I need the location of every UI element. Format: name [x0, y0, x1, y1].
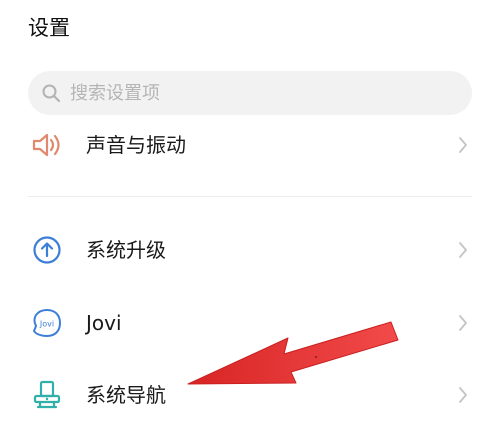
- search-bar[interactable]: [28, 71, 472, 115]
- settings-item-system-upgrade[interactable]: 系统升级: [0, 220, 500, 280]
- search-input[interactable]: [70, 73, 450, 113]
- chevron-right-icon: [456, 312, 470, 334]
- section-divider: [28, 196, 472, 197]
- speaker-icon: [30, 128, 64, 162]
- page-title: 设置: [28, 16, 70, 40]
- chevron-right-icon: [456, 239, 470, 261]
- settings-item-system-navigation[interactable]: 系统导航: [0, 365, 500, 425]
- search-icon: [40, 82, 62, 104]
- navigation-icon: [30, 378, 64, 412]
- svg-text:Jovi: Jovi: [39, 320, 54, 329]
- settings-item-jovi[interactable]: Jovi Jovi: [0, 293, 500, 353]
- chevron-right-icon: [456, 384, 470, 406]
- settings-item-sound[interactable]: 声音与振动: [0, 115, 500, 175]
- settings-item-label: 系统导航: [86, 383, 166, 407]
- settings-item-label: 声音与振动: [86, 133, 186, 157]
- upgrade-icon: [30, 233, 64, 267]
- settings-item-label: Jovi: [86, 311, 122, 335]
- chevron-right-icon: [456, 134, 470, 156]
- settings-item-label: 系统升级: [86, 238, 166, 262]
- jovi-icon: Jovi: [30, 306, 64, 340]
